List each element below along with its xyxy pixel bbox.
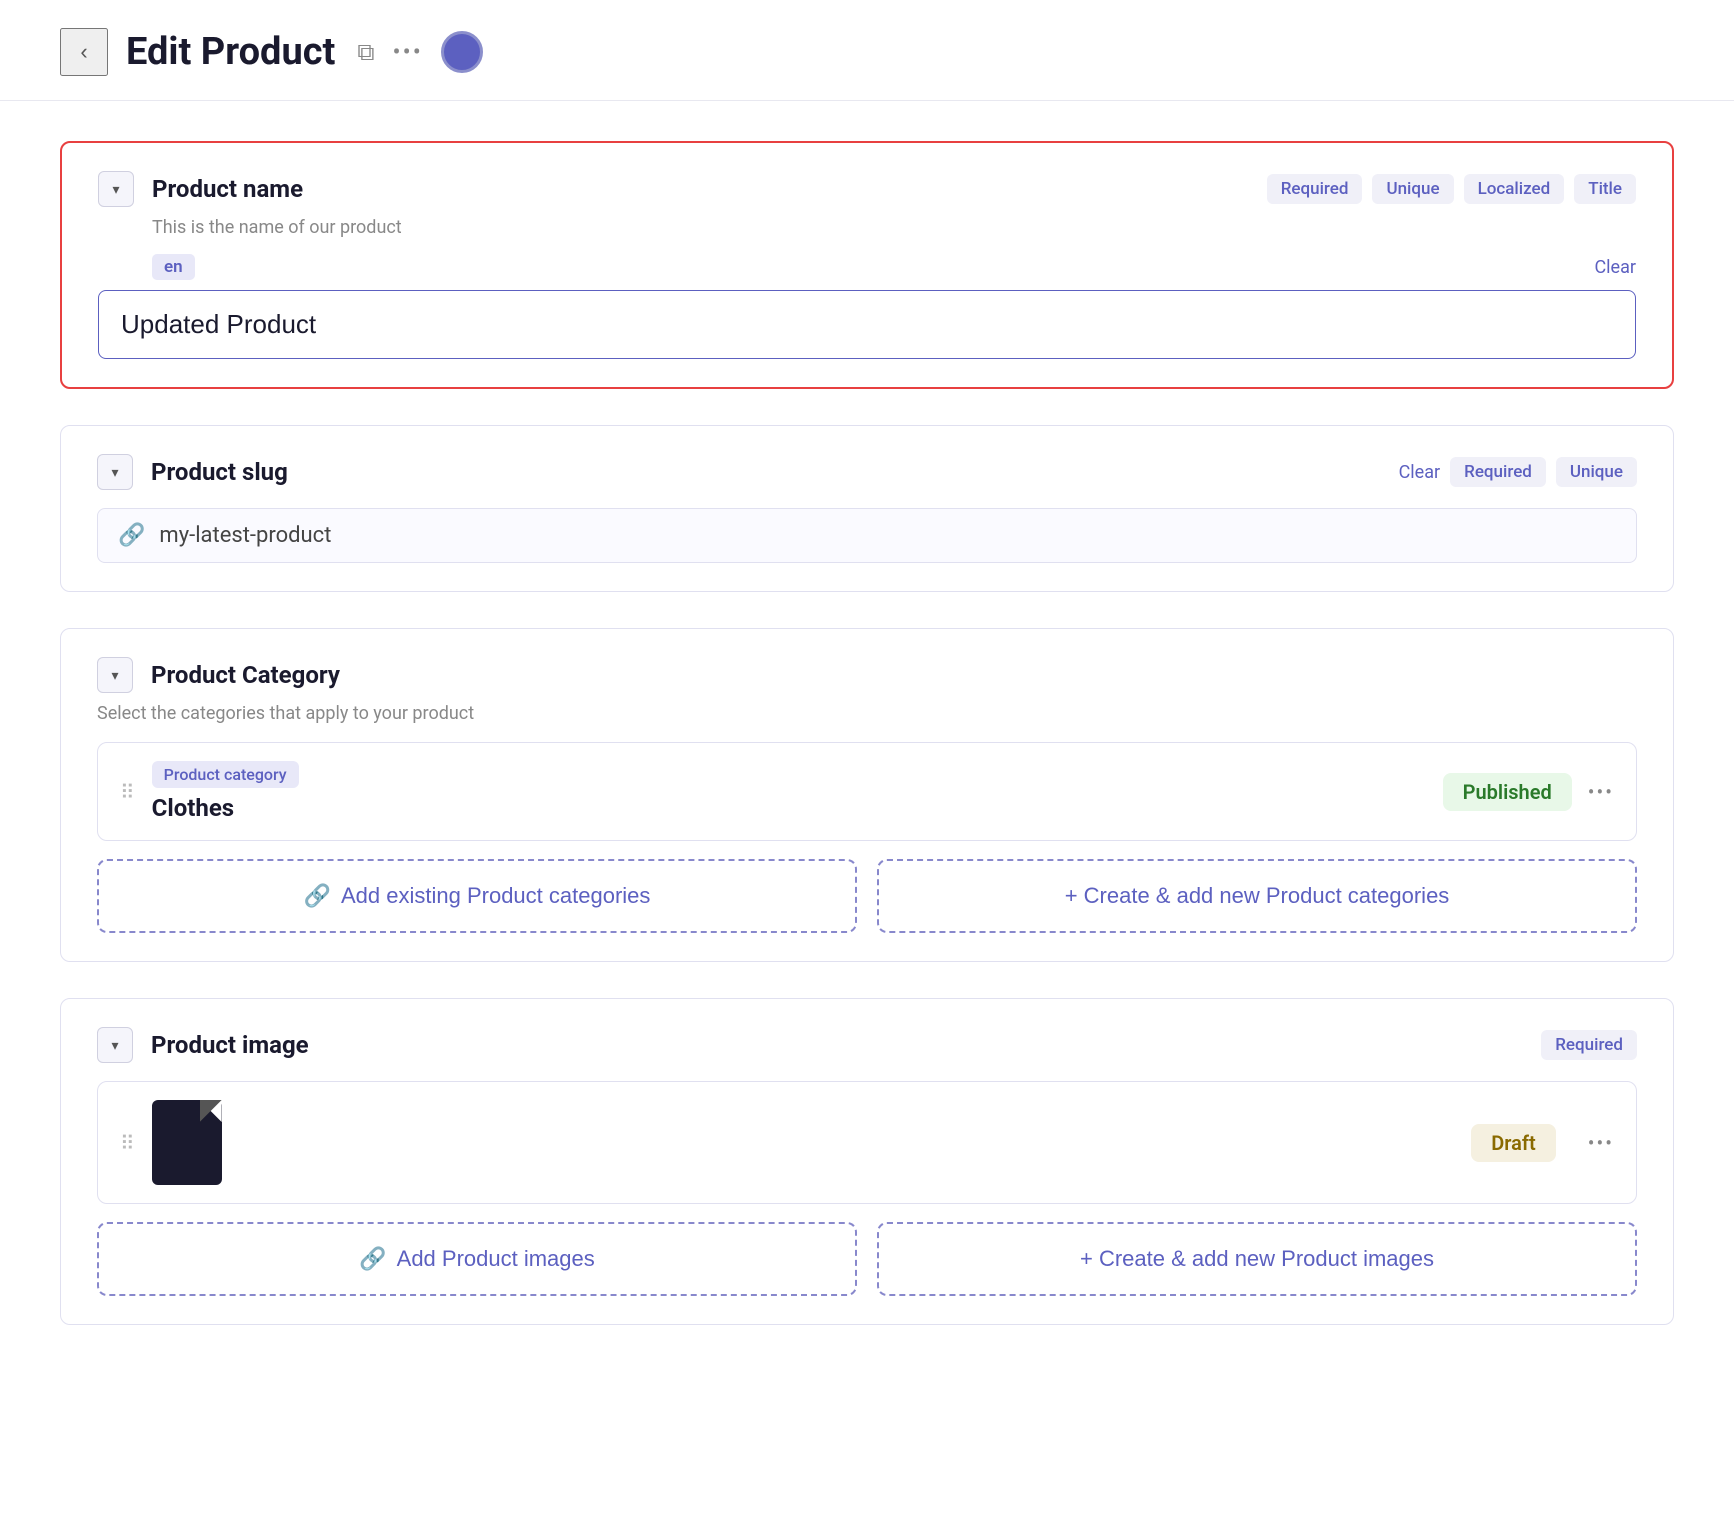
add-existing-images-button[interactable]: 🔗 Add Product images [97,1222,857,1296]
chevron-down-icon: ▾ [111,667,118,684]
copy-icon[interactable]: ⧉ [357,38,374,66]
unique-badge: Unique [1372,174,1453,204]
status-indicator[interactable] [441,31,483,73]
chevron-down-icon: ▾ [111,1037,118,1054]
title-badge: Title [1574,174,1636,204]
product-image-collapse-button[interactable]: ▾ [97,1027,133,1063]
create-new-label: + Create & add new Product categories [1065,883,1450,909]
image-action-buttons: 🔗 Add Product images + Create & add new … [97,1222,1637,1296]
create-new-category-button[interactable]: + Create & add new Product categories [877,859,1637,933]
category-description: Select the categories that apply to your… [97,703,1637,724]
create-new-image-label: + Create & add new Product images [1080,1246,1434,1272]
category-item: ⠿ Product category Clothes Published ••• [97,742,1637,841]
slug-value: my-latest-product [159,523,331,548]
add-existing-label: Add existing Product categories [341,883,650,909]
drag-handle-icon[interactable]: ⠿ [120,780,136,804]
more-options-icon[interactable]: ••• [393,38,423,66]
product-slug-collapse-button[interactable]: ▾ [97,454,133,490]
published-status-badge: Published [1443,773,1572,811]
category-action-buttons: 🔗 Add existing Product categories + Crea… [97,859,1637,933]
clear-slug-link[interactable]: Clear [1399,462,1441,483]
slug-unique-badge: Unique [1556,457,1637,487]
localized-badge: Localized [1464,174,1565,204]
clear-name-link[interactable]: Clear [1594,257,1636,278]
image-item: ⠿ Draft ••• [97,1081,1637,1204]
image-drag-handle-icon[interactable]: ⠿ [120,1131,136,1155]
slug-badges: Clear Required Unique [1399,457,1637,487]
link-icon: 🔗 [304,883,331,909]
category-content: Product category Clothes [152,761,1427,822]
lang-badge: en [152,254,195,280]
create-new-image-button[interactable]: + Create & add new Product images [877,1222,1637,1296]
slug-header: ▾ Product slug Clear Required Unique [97,454,1637,490]
product-name-section: ▾ Product name Required Unique Localized… [60,141,1674,389]
product-name-title: Product name [152,175,1249,203]
lang-row: en Clear [152,254,1636,280]
product-category-section: ▾ Product Category Select the categories… [60,628,1674,962]
image-more-options-button[interactable]: ••• [1588,1131,1614,1155]
category-type-badge: Product category [152,761,299,788]
back-button[interactable]: ‹ [60,28,108,76]
required-badge: Required [1267,174,1363,204]
chevron-down-icon: ▾ [112,181,119,198]
product-name-description: This is the name of our product [152,217,1636,238]
product-category-collapse-button[interactable]: ▾ [97,657,133,693]
product-name-collapse-button[interactable]: ▾ [98,171,134,207]
status-dot-inner [448,38,476,66]
category-header: ▾ Product Category [97,657,1637,693]
header: ‹ Edit Product ⧉ ••• [0,0,1734,101]
add-images-label: Add Product images [397,1246,595,1272]
slug-input-row[interactable]: 🔗 my-latest-product [97,508,1637,563]
link-icon: 🔗 [118,523,145,548]
link-icon: 🔗 [359,1246,386,1272]
image-header: ▾ Product image Required [97,1027,1637,1063]
chevron-down-icon: ▾ [111,464,118,481]
file-icon [152,1100,222,1185]
product-name-input[interactable] [98,290,1636,359]
product-category-title: Product Category [151,661,1637,689]
category-more-options-button[interactable]: ••• [1588,780,1614,804]
slug-required-badge: Required [1450,457,1546,487]
main-content: ▾ Product name Required Unique Localized… [0,101,1734,1401]
product-name-badges: Required Unique Localized Title [1267,174,1636,204]
product-image-section: ▾ Product image Required ⠿ Draft ••• 🔗 A… [60,998,1674,1325]
product-slug-section: ▾ Product slug Clear Required Unique 🔗 m… [60,425,1674,592]
product-slug-title: Product slug [151,458,1381,486]
image-required-badge: Required [1541,1030,1637,1060]
category-name: Clothes [152,794,1427,822]
product-image-title: Product image [151,1031,1523,1059]
page-title: Edit Product [126,30,335,74]
draft-status-badge: Draft [1471,1124,1555,1162]
add-existing-categories-button[interactable]: 🔗 Add existing Product categories [97,859,857,933]
